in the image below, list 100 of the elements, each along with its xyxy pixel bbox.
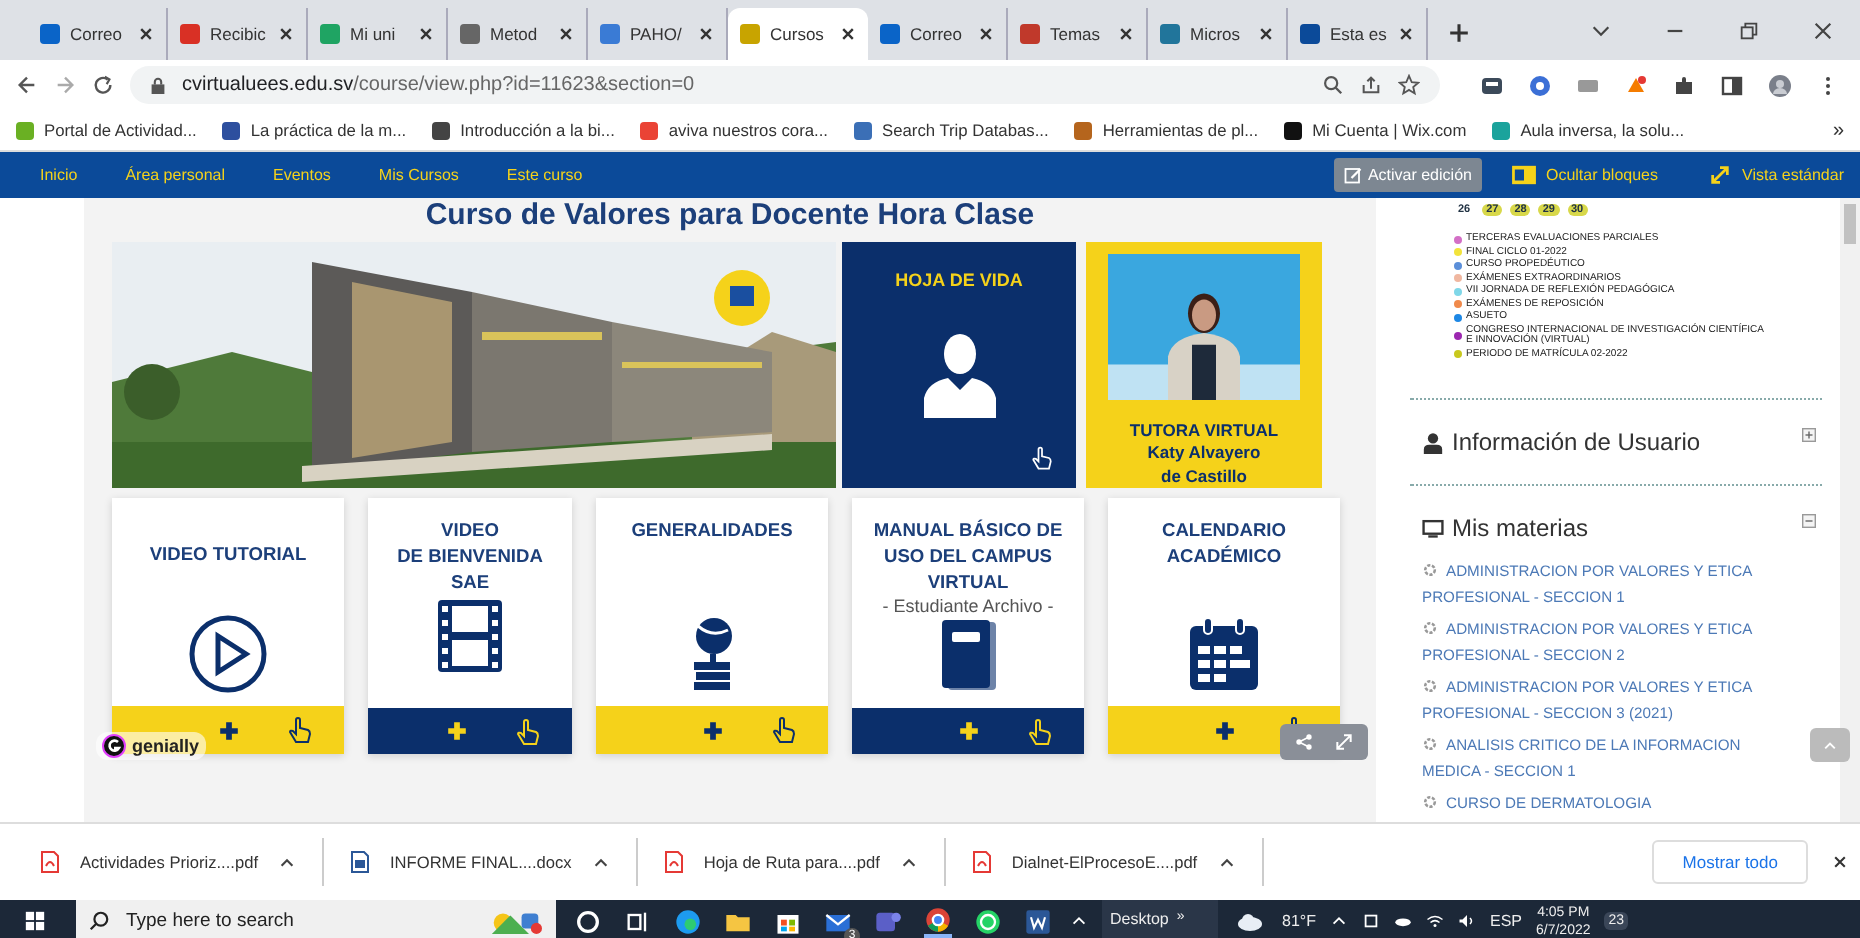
gear-icon	[1422, 620, 1438, 636]
close-icon[interactable]	[1118, 26, 1134, 42]
close-icon[interactable]	[1258, 26, 1274, 42]
share-icon[interactable]	[1294, 732, 1314, 752]
caret-up-icon[interactable]	[1329, 912, 1348, 930]
caret-up-icon[interactable]	[1070, 912, 1088, 930]
edge-icon[interactable]	[674, 907, 702, 935]
block-toggle-icon[interactable]	[1802, 514, 1816, 528]
hide-blocks-link[interactable]: Ocultar bloques	[1545, 166, 1658, 184]
address-bar[interactable]: cvirtualuees.edu.sv/course/view.php?id=11623&section=0	[130, 66, 1440, 104]
star-icon[interactable]	[1398, 74, 1420, 96]
course-card[interactable]: GENERALIDADES	[596, 498, 828, 754]
close-icon[interactable]	[1398, 26, 1414, 42]
bookmark[interactable]: Introducción a la bi...	[432, 120, 615, 140]
language-indicator[interactable]: ESP	[1489, 912, 1522, 930]
download-item[interactable]: Actividades Prioriz....pdf	[40, 838, 324, 886]
extension-icon[interactable]	[1624, 73, 1648, 97]
word-icon[interactable]	[1024, 907, 1052, 935]
course-card[interactable]: CALENDARIO ACADÉMICO	[1108, 498, 1340, 754]
extension-icon[interactable]	[1528, 73, 1552, 97]
temperature[interactable]: 81°F	[1282, 912, 1316, 930]
download-item[interactable]: Hoja de Ruta para....pdf	[663, 838, 946, 886]
download-item[interactable]: Dialnet-ElProcesoE....pdf	[971, 838, 1264, 886]
scrollbar[interactable]	[1840, 198, 1860, 822]
caret-up-icon[interactable]	[899, 853, 918, 871]
bookmark[interactable]: La práctica de la m...	[222, 120, 407, 140]
gear-icon	[1422, 678, 1438, 694]
play-icon	[188, 614, 268, 694]
weather-art-icon	[488, 908, 544, 934]
plus-icon[interactable]	[702, 719, 724, 741]
fullscreen-icon[interactable]	[1334, 732, 1354, 752]
chat-icon[interactable]	[974, 907, 1002, 935]
bookmark[interactable]: Aula inversa, la solu...	[1492, 120, 1685, 140]
standard-view-link[interactable]: Vista estándar	[1742, 166, 1844, 184]
extension-icon[interactable]	[1480, 73, 1504, 97]
plus-icon[interactable]	[218, 719, 240, 741]
more-bookmarks-button[interactable]: »	[1832, 119, 1844, 141]
close-icon[interactable]	[418, 26, 434, 42]
download-item[interactable]: INFORME FINAL....docx	[350, 838, 638, 886]
bookmark[interactable]: Search Trip Databas...	[854, 120, 1049, 140]
back-icon[interactable]	[16, 74, 38, 96]
close-icon[interactable]	[698, 26, 714, 42]
expand-icon[interactable]	[1706, 164, 1734, 186]
caret-up-icon[interactable]	[278, 853, 296, 871]
close-icon[interactable]	[978, 26, 994, 42]
share-icon[interactable]	[1360, 74, 1382, 96]
gear-icon	[1422, 736, 1438, 752]
nav-link[interactable]: Área personal	[125, 166, 225, 184]
search-field[interactable]: Type here to search	[122, 908, 476, 934]
nav-link[interactable]: Inicio	[40, 166, 78, 184]
genially-badge[interactable]: genially	[96, 732, 206, 760]
close-icon[interactable]	[1832, 854, 1848, 870]
windows-logo-icon[interactable]	[24, 910, 46, 932]
search-bar[interactable]: Type here to search	[76, 900, 556, 938]
reload-icon[interactable]	[92, 74, 114, 96]
course-card[interactable]: MANUAL BÁSICO DE USO DEL CAMPUS VIRTUAL - Estudiante Archivo -	[852, 498, 1084, 754]
resume-card[interactable]: HOJA DE VIDA	[842, 242, 1076, 488]
edit-button[interactable]: Activar edición	[1333, 158, 1482, 192]
zoom-icon[interactable]	[1322, 74, 1344, 96]
teams-icon[interactable]	[874, 907, 902, 935]
chevron-up-icon	[1822, 737, 1838, 753]
bookmark[interactable]: Mi Cuenta | Wix.com	[1284, 120, 1467, 140]
close-icon[interactable]	[840, 26, 856, 42]
plus-icon[interactable]	[1214, 719, 1236, 741]
cortana-icon[interactable]	[574, 907, 602, 935]
side-panel-icon[interactable]	[1720, 73, 1744, 97]
bookmark[interactable]: aviva nuestros cora...	[640, 120, 828, 140]
pdf-file-icon	[40, 850, 60, 874]
block-toggle-icon[interactable]	[1802, 428, 1816, 442]
avatar-icon[interactable]	[1768, 73, 1792, 97]
caret-up-icon[interactable]	[591, 853, 610, 871]
nav-link[interactable]: Mis Cursos	[378, 166, 459, 184]
task-view-icon[interactable]	[624, 907, 652, 935]
pdf-file-icon	[971, 850, 992, 874]
new-tab-icon[interactable]	[1448, 22, 1470, 44]
close-icon[interactable]	[278, 26, 294, 42]
nav-link[interactable]: Este curso	[506, 166, 583, 184]
hand-pointer-icon	[284, 714, 316, 746]
blocks-icon[interactable]	[1509, 164, 1538, 186]
close-icon[interactable]	[558, 26, 574, 42]
tray-icon[interactable]	[1361, 912, 1380, 930]
hand-pointer-icon	[1028, 444, 1056, 472]
course-title: Curso de Valores para Docente Hora Clase	[425, 198, 1035, 234]
bookmark[interactable]: Portal de Actividad...	[16, 120, 197, 140]
wifi-icon[interactable]	[1425, 912, 1444, 930]
chrome-icon[interactable]	[924, 905, 952, 937]
tutor-card[interactable]: TUTORA VIRTUAL Katy Alvayero de Castillo	[1086, 242, 1322, 488]
speaker-icon[interactable]	[1457, 912, 1476, 930]
nav-link[interactable]: Eventos	[273, 166, 331, 184]
caret-up-icon[interactable]	[1217, 853, 1236, 871]
show-all-button[interactable]: Mostrar todo	[1652, 840, 1808, 884]
close-icon[interactable]	[138, 26, 154, 42]
restore-icon[interactable]	[1738, 20, 1760, 42]
browser-tab[interactable]: Cursos	[728, 8, 868, 60]
puzzle-icon[interactable]	[1672, 73, 1696, 97]
tutor-name: de Castillo	[1161, 464, 1247, 488]
bookmark[interactable]: Herramientas de pl...	[1074, 120, 1259, 140]
course-card[interactable]: VIDEO DE BIENVENIDA SAE	[368, 498, 572, 754]
cloud-icon[interactable]	[1393, 912, 1412, 930]
close-icon[interactable]	[1812, 20, 1834, 42]
